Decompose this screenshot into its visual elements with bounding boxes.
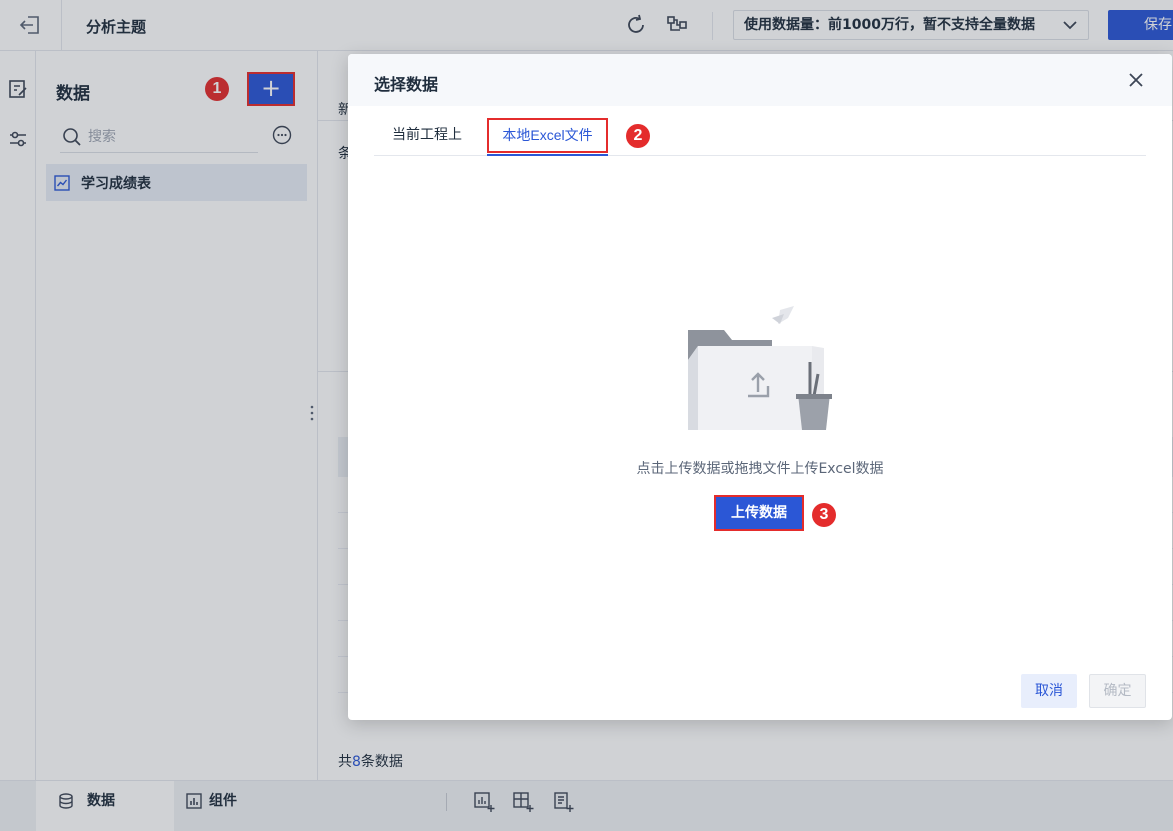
more-icon[interactable] bbox=[272, 125, 292, 145]
settings-icon[interactable] bbox=[6, 127, 30, 151]
data-volume-value: 使用数据量：前1000万行，暂不支持全量数据 bbox=[744, 17, 1035, 33]
refresh-icon[interactable] bbox=[624, 13, 648, 37]
tab-current-project[interactable]: 当前工程上 bbox=[392, 124, 462, 144]
exit-icon[interactable] bbox=[16, 13, 44, 37]
upload-data-button[interactable]: 上传数据 bbox=[714, 495, 804, 531]
divider bbox=[446, 793, 447, 811]
top-bar: 分析主题 使用数据量：前1000万行，暂不支持全量数据 保存 bbox=[0, 0, 1173, 51]
list-item-label: 学习成绩表 bbox=[81, 176, 151, 192]
database-icon bbox=[59, 793, 73, 809]
bottom-bar: 数据 组件 bbox=[0, 780, 1173, 831]
row-count: 共8条数据 bbox=[338, 754, 403, 770]
confirm-button[interactable]: 确定 bbox=[1089, 674, 1146, 708]
add-data-button[interactable]: + bbox=[247, 72, 295, 106]
step-marker-1: 1 bbox=[205, 77, 229, 101]
add-chart-icon[interactable] bbox=[473, 791, 495, 813]
tab-components[interactable]: 组件 bbox=[174, 781, 294, 831]
edit-data-icon[interactable] bbox=[6, 77, 30, 101]
search-box[interactable] bbox=[60, 121, 258, 153]
step-marker-3: 3 bbox=[812, 503, 836, 527]
chevron-down-icon bbox=[1063, 21, 1077, 30]
divider bbox=[61, 0, 62, 51]
tab-data[interactable]: 数据 bbox=[36, 781, 174, 831]
tab-local-excel[interactable]: 本地Excel文件 bbox=[487, 118, 608, 153]
select-data-dialog: 选择数据 当前工程上 本地Excel文件 2 点击上传数据或拖拽文件上传Exce… bbox=[348, 54, 1172, 720]
data-volume-select[interactable]: 使用数据量：前1000万行，暂不支持全量数据 bbox=[733, 10, 1089, 40]
search-icon bbox=[63, 128, 81, 146]
bar-chart-icon bbox=[186, 793, 202, 809]
dialog-title: 选择数据 bbox=[374, 75, 439, 94]
divider bbox=[712, 12, 713, 40]
add-table-icon[interactable] bbox=[512, 791, 534, 813]
left-rail bbox=[0, 51, 36, 780]
add-text-icon[interactable] bbox=[552, 791, 574, 813]
upload-hint: 点击上传数据或拖拽文件上传Excel数据 bbox=[636, 461, 884, 477]
search-input[interactable] bbox=[88, 125, 248, 149]
tab-label: 组件 bbox=[209, 793, 237, 809]
data-panel: 数据 1 + 学习成绩表 bbox=[36, 51, 318, 780]
resize-handle-icon[interactable] bbox=[308, 403, 316, 423]
flow-icon[interactable] bbox=[665, 13, 689, 37]
line-chart-icon bbox=[54, 175, 70, 191]
save-button[interactable]: 保存 bbox=[1108, 10, 1173, 40]
list-item[interactable]: 学习成绩表 bbox=[46, 164, 307, 201]
folder-upload-icon bbox=[688, 306, 832, 430]
step-marker-2: 2 bbox=[626, 124, 650, 148]
data-panel-title: 数据 bbox=[56, 84, 90, 104]
cancel-button[interactable]: 取消 bbox=[1021, 674, 1077, 708]
close-icon[interactable] bbox=[1126, 70, 1146, 90]
active-tab-indicator bbox=[487, 154, 608, 156]
tab-label: 数据 bbox=[87, 793, 115, 809]
dialog-header bbox=[348, 54, 1172, 106]
dialog-tabs: 当前工程上 本地Excel文件 2 bbox=[374, 116, 1146, 156]
page-title: 分析主题 bbox=[86, 18, 147, 36]
